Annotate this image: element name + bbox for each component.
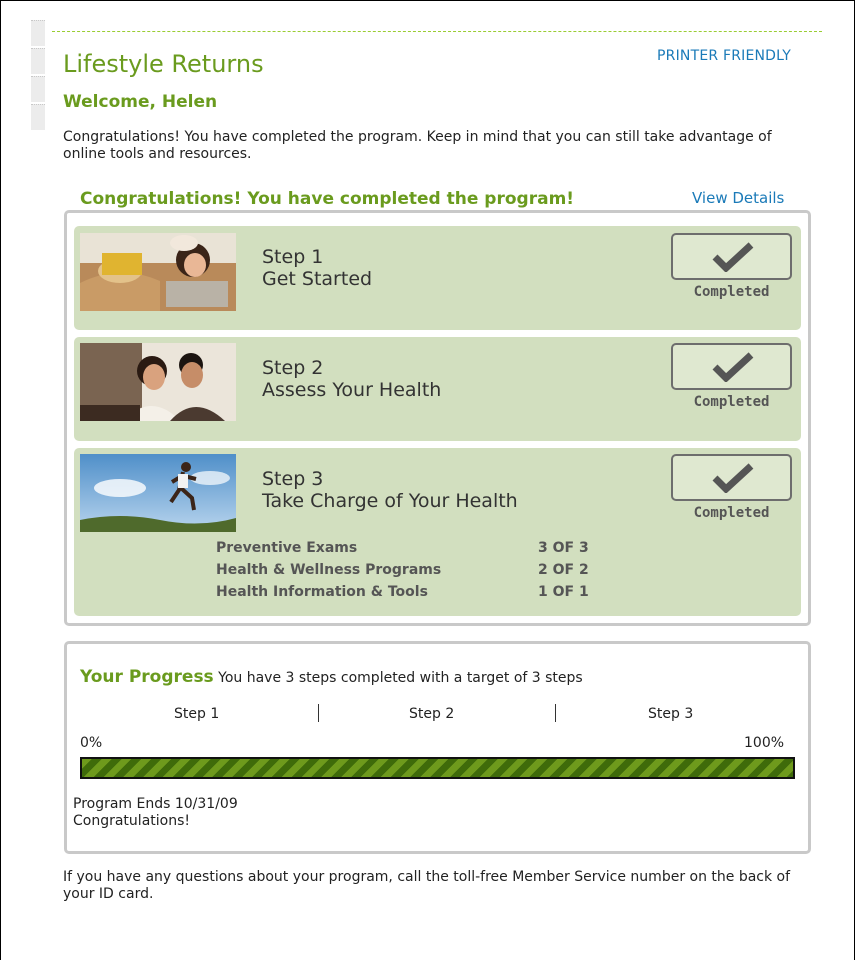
program-heading: Congratulations! You have completed the … <box>80 189 575 209</box>
step-number: Step 1 <box>262 246 324 268</box>
progress-summary: You have 3 steps completed with a target… <box>218 670 583 686</box>
progress-panel: Your Progress You have 3 steps completed… <box>64 641 811 854</box>
step-card-1: Step 1 Get Started Completed <box>74 226 801 330</box>
step-name: Assess Your Health <box>262 379 442 401</box>
completed-button[interactable] <box>671 343 792 390</box>
couple-at-laptop-photo <box>80 343 236 421</box>
side-tab[interactable] <box>31 48 45 74</box>
progress-marker-step-1: Step 1 <box>174 706 220 722</box>
side-tab[interactable] <box>31 20 45 46</box>
page-title: Lifestyle Returns <box>63 50 264 78</box>
checkmark-icon <box>712 352 754 382</box>
progress-title: Your Progress <box>80 667 214 687</box>
checkmark-icon <box>712 242 754 272</box>
step-name: Get Started <box>262 268 373 290</box>
side-tab[interactable] <box>31 104 45 130</box>
progress-marker-step-2: Step 2 <box>409 706 455 722</box>
man-running-photo <box>80 454 236 532</box>
steps-panel: Step 1 Get Started Completed Step 2 Asse… <box>64 210 811 626</box>
completed-button[interactable] <box>671 454 792 501</box>
progress-bar <box>80 757 795 779</box>
step-number: Step 3 <box>262 468 324 490</box>
completion-message: Congratulations! <box>73 813 190 829</box>
marker-divider <box>555 704 556 722</box>
program-ends-date: Program Ends 10/31/09 <box>73 796 238 812</box>
completed-label: Completed <box>693 284 770 300</box>
step-name: Take Charge of Your Health <box>262 490 518 512</box>
step-card-3: Step 3 Take Charge of Your Health Comple… <box>74 448 801 616</box>
welcome-message: Welcome, Helen <box>63 92 218 112</box>
step-number: Step 2 <box>262 357 324 379</box>
step-card-2: Step 2 Assess Your Health Completed <box>74 337 801 441</box>
intro-text: Congratulations! You have completed the … <box>63 129 772 162</box>
marker-divider <box>318 704 319 722</box>
sub-item-value: 3 OF 3 <box>538 540 589 556</box>
sub-item-value: 1 OF 1 <box>538 584 589 600</box>
completed-label: Completed <box>693 505 770 521</box>
completed-label: Completed <box>693 394 770 410</box>
family-with-dog-photo <box>80 233 236 311</box>
progress-bar-fill <box>82 759 793 777</box>
progress-start-label: 0% <box>80 735 103 751</box>
progress-end-label: 100% <box>744 735 785 751</box>
sub-item-value: 2 OF 2 <box>538 562 589 578</box>
program-end-info: Program Ends 10/31/09 Congratulations! <box>73 796 238 830</box>
checkmark-icon <box>712 463 754 493</box>
sub-item-label: Preventive Exams <box>216 540 358 556</box>
sub-item-label: Health Information & Tools <box>216 584 428 600</box>
progress-heading: Your Progress You have 3 steps completed… <box>80 667 583 687</box>
header-divider <box>52 31 822 32</box>
progress-marker-step-3: Step 3 <box>648 706 694 722</box>
footer-help-text: If you have any questions about your pro… <box>63 869 791 902</box>
side-tabs <box>31 20 45 132</box>
completed-button[interactable] <box>671 233 792 280</box>
side-tab[interactable] <box>31 76 45 102</box>
printer-friendly-link[interactable]: PRINTER FRIENDLY <box>657 48 791 64</box>
sub-item-label: Health & Wellness Programs <box>216 562 442 578</box>
view-details-link[interactable]: View Details <box>692 189 784 207</box>
